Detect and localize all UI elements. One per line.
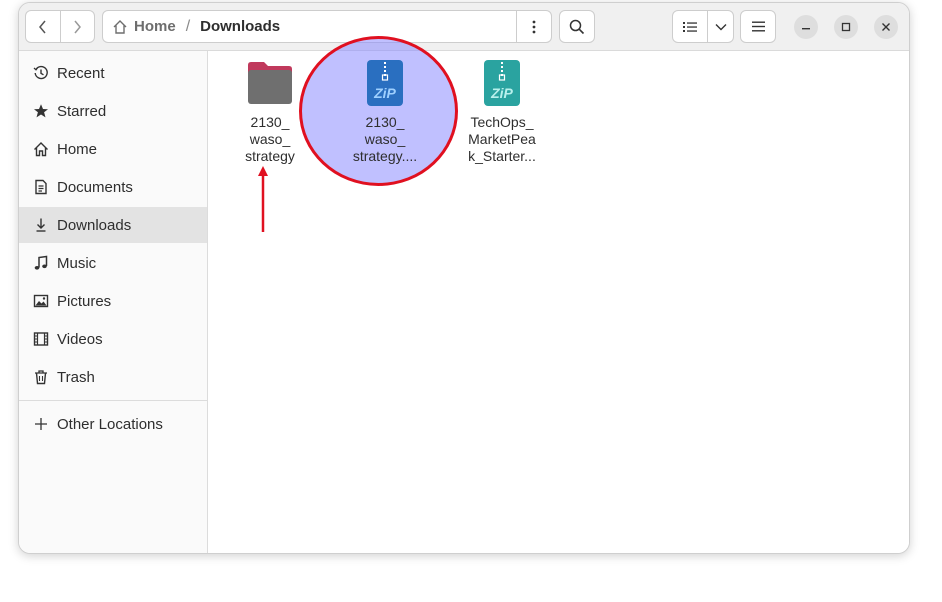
maximize-icon	[841, 22, 851, 32]
sidebar-item-label: Pictures	[57, 292, 112, 310]
list-view-button[interactable]	[673, 11, 707, 42]
sidebar-item-trash[interactable]: Trash	[19, 359, 207, 395]
sidebar-item-label: Starred	[57, 102, 107, 120]
picture-icon	[32, 292, 50, 310]
path-menu-button[interactable]	[516, 11, 551, 42]
path-bar: Home / Downloads	[102, 10, 552, 43]
sidebar-divider	[19, 400, 207, 401]
sidebar-item-label: Music	[57, 254, 97, 272]
file-item-folder[interactable]: 2130_ waso_ strategy	[230, 59, 310, 165]
minimize-button[interactable]	[794, 15, 818, 39]
file-name: 2130_ waso_ strategy....	[352, 114, 418, 164]
folder-icon	[246, 59, 294, 107]
download-icon	[32, 216, 50, 234]
sidebar-item-label: Home	[57, 140, 98, 158]
forward-button[interactable]	[59, 11, 95, 42]
view-options-dropdown[interactable]	[707, 11, 733, 42]
sidebar-item-pictures[interactable]: Pictures	[19, 283, 207, 319]
minimize-icon	[802, 28, 810, 30]
sidebar-item-label: Trash	[57, 368, 95, 386]
breadcrumb-home-label: Home	[134, 18, 176, 35]
clock-icon	[32, 64, 50, 82]
close-icon	[882, 23, 890, 31]
trash-icon	[32, 368, 50, 386]
sidebar-item-other-locations[interactable]: Other Locations	[19, 406, 207, 442]
zip-icon-label: ZiP	[374, 85, 396, 101]
zip-archive-icon: ZiP	[478, 59, 526, 107]
sidebar-item-videos[interactable]: Videos	[19, 321, 207, 357]
search-button[interactable]	[559, 10, 595, 43]
file-manager-window: Home / Downloads Recent Starred Home Doc…	[18, 2, 910, 554]
file-name: TechOps_ MarketPea k_Starter...	[468, 114, 536, 164]
music-note-icon	[32, 254, 50, 272]
chevron-down-icon	[715, 23, 726, 30]
header-bar: Home / Downloads	[19, 3, 909, 51]
file-name: 2130_ waso_ strategy	[245, 114, 295, 164]
close-button[interactable]	[874, 15, 898, 39]
chevron-left-icon	[38, 20, 46, 33]
view-toggle-group	[672, 10, 734, 43]
plus-icon	[32, 415, 50, 433]
sidebar-item-label: Documents	[57, 178, 133, 196]
back-button[interactable]	[26, 11, 60, 42]
hamburger-menu-icon	[751, 21, 765, 32]
home-icon	[113, 19, 127, 34]
chevron-right-icon	[74, 20, 82, 33]
sidebar-item-label: Other Locations	[57, 415, 163, 433]
home-icon	[32, 140, 50, 158]
sidebar-item-downloads[interactable]: Downloads	[19, 207, 207, 243]
list-view-icon	[683, 21, 697, 32]
sidebar-item-label: Downloads	[57, 216, 132, 234]
film-icon	[32, 330, 50, 348]
zip-archive-icon: ZiP	[361, 59, 409, 107]
main-menu-button[interactable]	[740, 10, 776, 43]
file-item-zip[interactable]: ZiP TechOps_ MarketPea k_Starter...	[462, 59, 542, 165]
document-icon	[32, 178, 50, 196]
sidebar-item-starred[interactable]: Starred	[19, 93, 207, 129]
navigation-buttons	[25, 10, 95, 43]
breadcrumb-current-label: Downloads	[200, 18, 281, 35]
sidebar-item-documents[interactable]: Documents	[19, 169, 207, 205]
star-icon	[32, 102, 50, 120]
sidebar-item-label: Recent	[57, 64, 105, 82]
sidebar-item-music[interactable]: Music	[19, 245, 207, 281]
file-item-zip-selected[interactable]: ZiP 2130_ waso_ strategy....	[345, 59, 425, 165]
annotation-arrow-up-icon	[258, 166, 268, 232]
sidebar-item-label: Videos	[57, 330, 103, 348]
search-icon	[569, 19, 585, 34]
sidebar: Recent Starred Home Documents Downloads …	[19, 51, 208, 553]
breadcrumb-home[interactable]: Home	[103, 11, 176, 42]
maximize-button[interactable]	[834, 15, 858, 39]
sidebar-item-recent[interactable]: Recent	[19, 55, 207, 91]
breadcrumb-downloads[interactable]: Downloads	[200, 11, 280, 42]
zip-icon-label: ZiP	[491, 85, 513, 101]
file-view: 2130_ waso_ strategy ZiP 2130_ waso_ str…	[208, 36, 909, 553]
breadcrumb-separator: /	[185, 17, 191, 35]
sidebar-item-home[interactable]: Home	[19, 131, 207, 167]
vertical-dots-icon	[532, 20, 536, 33]
